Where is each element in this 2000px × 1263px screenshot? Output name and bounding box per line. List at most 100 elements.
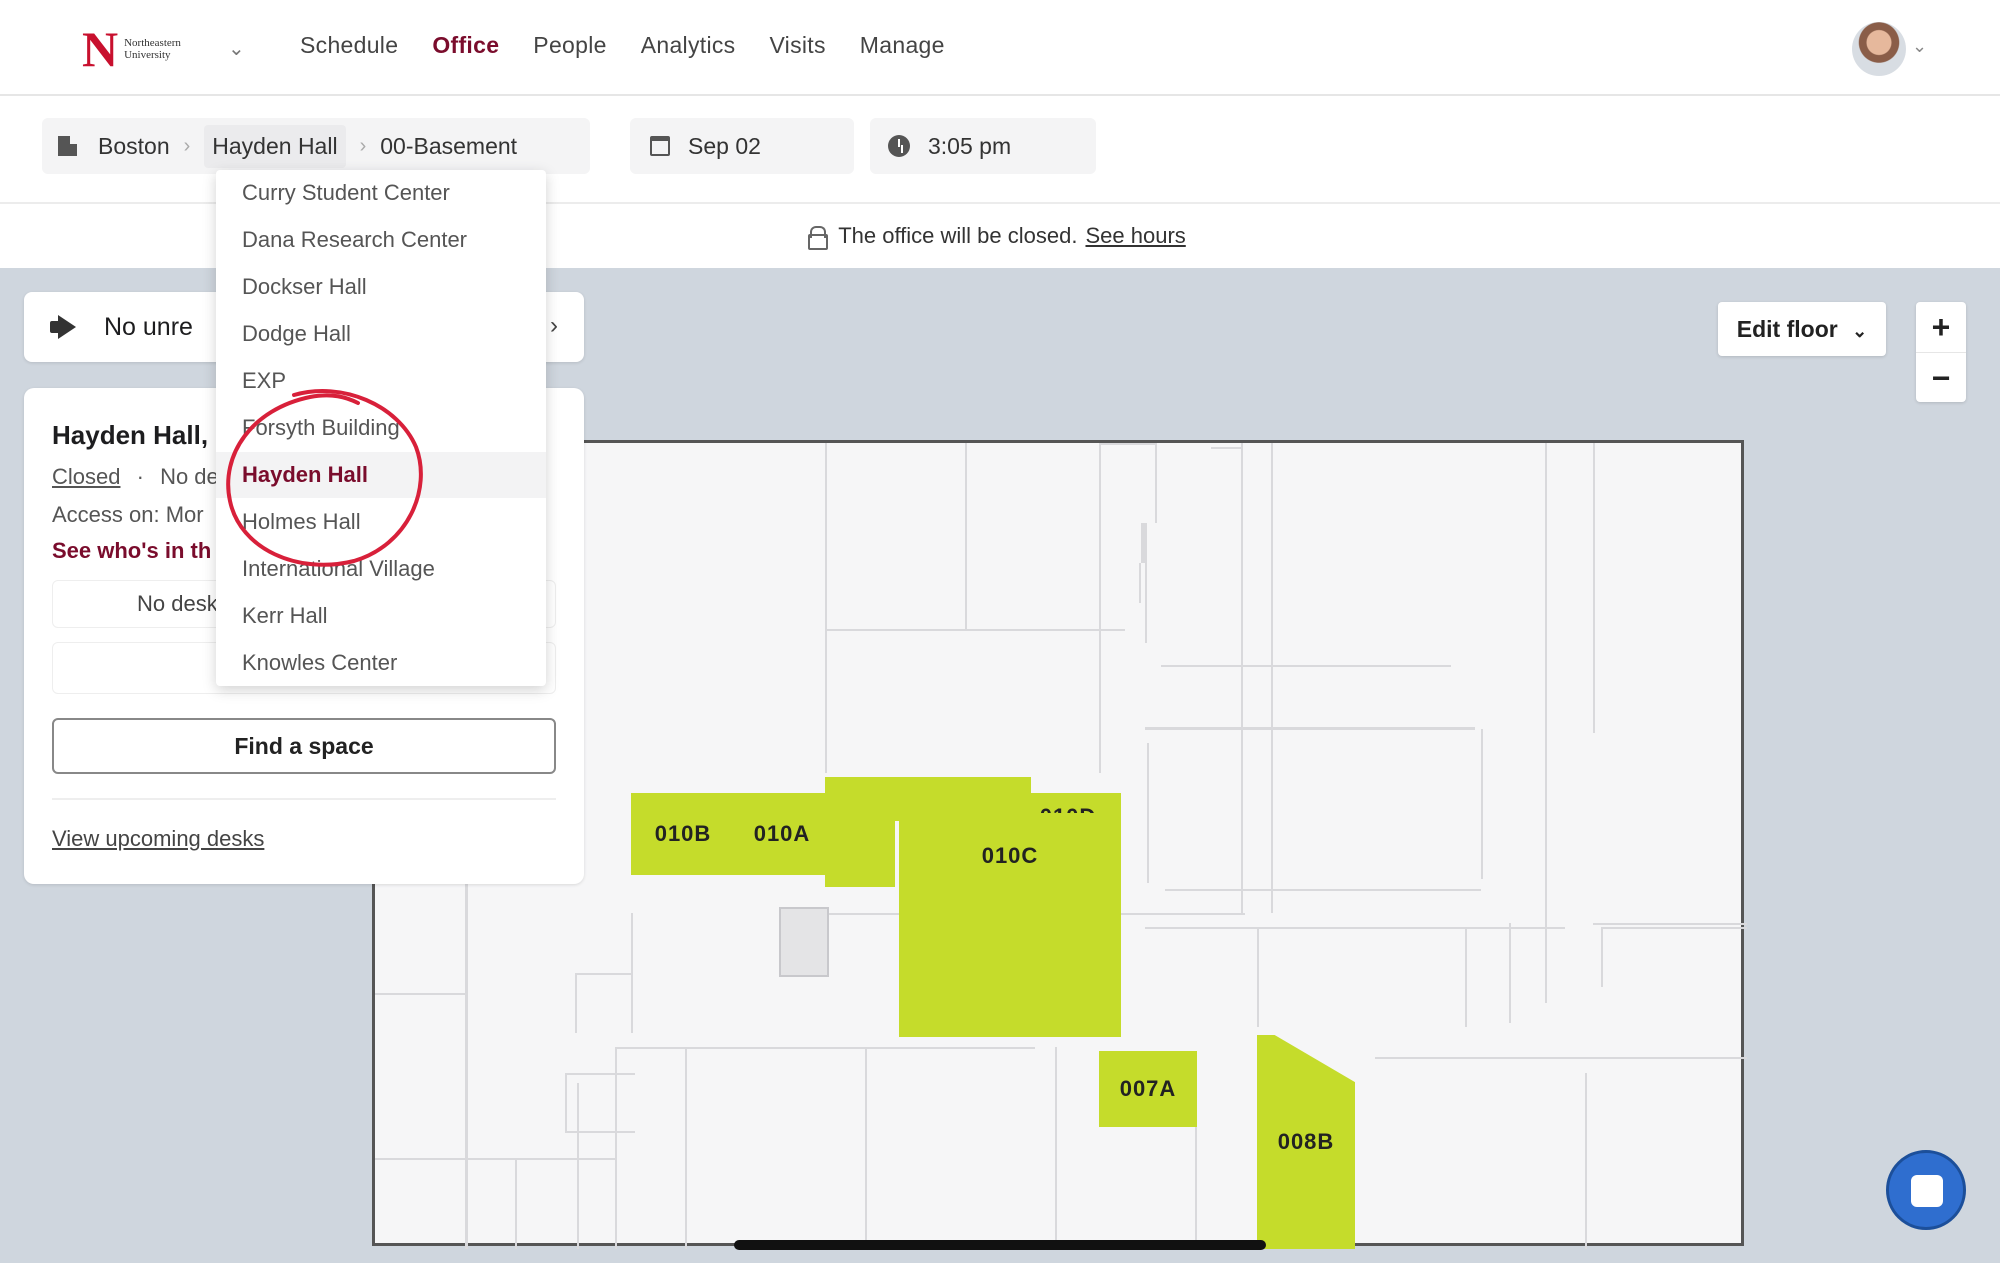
map-wall — [1145, 927, 1565, 929]
dropdown-item-curry-student-center[interactable]: Curry Student Center — [216, 170, 546, 216]
nav-manage[interactable]: Manage — [860, 32, 945, 59]
calendar-icon — [650, 136, 670, 156]
status-detail: No de — [160, 464, 219, 489]
map-wall — [865, 1047, 867, 1249]
room-010c[interactable]: 010C — [899, 813, 1121, 1037]
dropdown-item-exp[interactable]: EXP — [216, 358, 546, 404]
map-wall — [1593, 923, 1747, 925]
room-007a[interactable]: 007A — [1099, 1051, 1197, 1127]
map-wall — [685, 1047, 687, 1249]
breadcrumb-city[interactable]: Boston — [98, 133, 170, 160]
status-separator: · — [136, 464, 144, 489]
logo-letter: N — [82, 21, 119, 77]
logo-text: Northeastern University — [124, 37, 181, 61]
find-space-button[interactable]: Find a space — [52, 718, 556, 774]
chevron-right-icon: › — [183, 134, 191, 157]
map-wall — [515, 1158, 517, 1249]
dropdown-item-hayden-hall[interactable]: Hayden Hall — [216, 452, 546, 498]
main-nav: Schedule Office People Analytics Visits … — [300, 32, 945, 59]
nav-office[interactable]: Office — [432, 32, 499, 59]
nav-analytics[interactable]: Analytics — [641, 32, 736, 59]
nav-people[interactable]: People — [533, 32, 606, 59]
time-value: 3:05 pm — [928, 132, 1012, 159]
map-wall — [615, 1047, 1035, 1049]
see-hours-link[interactable]: See hours — [1085, 223, 1185, 249]
room-008b[interactable]: 008B — [1257, 1035, 1355, 1249]
chevron-right-icon[interactable]: › — [550, 312, 558, 340]
map-wall — [575, 973, 577, 1033]
edit-floor-label: Edit floor — [1736, 315, 1838, 342]
zoom-controls: + − — [1916, 302, 1966, 402]
dropdown-item-kerr-hall[interactable]: Kerr Hall — [216, 593, 546, 639]
breadcrumb-floor[interactable]: 00-Basement — [380, 133, 517, 160]
chat-icon — [1911, 1175, 1943, 1207]
closed-link[interactable]: Closed — [52, 464, 120, 489]
date-picker[interactable]: Sep 02 — [630, 118, 854, 174]
chevron-right-icon: › — [359, 134, 367, 157]
view-upcoming-desks-link[interactable]: View upcoming desks — [52, 826, 264, 852]
time-picker[interactable]: 3:05 pm — [870, 118, 1096, 174]
map-wall — [1257, 927, 1259, 1027]
dropdown-item-dodge-hall[interactable]: Dodge Hall — [216, 311, 546, 357]
map-wall — [1099, 443, 1157, 445]
map-wall — [575, 973, 631, 975]
date-value: Sep 02 — [688, 132, 761, 159]
megaphone-icon — [50, 315, 84, 339]
university-logo[interactable]: N Northeastern University — [82, 24, 206, 74]
map-wall — [1055, 1047, 1057, 1249]
map-wall — [1601, 927, 1747, 929]
zoom-in-button[interactable]: + — [1916, 302, 1966, 352]
chevron-down-icon[interactable]: ⌄ — [1912, 36, 1927, 57]
avatar[interactable] — [1852, 22, 1906, 76]
map-wall — [615, 1047, 617, 1249]
map-wall — [577, 1083, 579, 1249]
map-wall — [1155, 443, 1157, 523]
clock-icon — [888, 135, 910, 157]
dropdown-item-holmes-hall[interactable]: Holmes Hall — [216, 499, 546, 545]
dropdown-item-international-village[interactable]: International Village — [216, 546, 546, 592]
building-status: Closed · No de — [52, 464, 219, 490]
nav-visits[interactable]: Visits — [769, 32, 825, 59]
map-wall — [1465, 927, 1467, 1027]
map-wall — [375, 1158, 615, 1160]
map-wall — [1139, 563, 1141, 603]
edit-floor-button[interactable]: Edit floor ⌄ — [1718, 302, 1886, 356]
chat-button[interactable] — [1886, 1150, 1966, 1230]
nav-schedule[interactable]: Schedule — [300, 32, 398, 59]
map-wall — [825, 629, 1125, 631]
room-010b[interactable]: 010B — [631, 793, 735, 875]
see-whos-in-link[interactable]: See who's in th — [52, 538, 211, 564]
map-wall — [1161, 665, 1451, 667]
map-wall — [1375, 1057, 1747, 1059]
map-wall — [1509, 923, 1511, 1023]
map-wall — [1481, 729, 1483, 879]
map-wall — [565, 1073, 635, 1075]
building-dropdown[interactable]: Curry Student Center Dana Research Cente… — [216, 170, 546, 686]
dropdown-item-forsyth-building[interactable]: Forsyth Building — [216, 405, 546, 451]
announcements-text: No unre — [104, 312, 193, 341]
map-wall — [1141, 523, 1147, 563]
dropdown-item-dana-research-center[interactable]: Dana Research Center — [216, 217, 546, 263]
map-wall — [631, 913, 633, 1033]
map-wall — [1165, 889, 1481, 891]
top-nav: N Northeastern University ⌄ Schedule Off… — [0, 0, 2000, 96]
map-wall — [1545, 443, 1547, 1003]
chevron-down-icon: ⌄ — [1852, 320, 1868, 341]
map-wall — [1593, 443, 1595, 733]
map-wall — [565, 1073, 567, 1133]
breadcrumb: Boston › Hayden Hall › 00-Basement — [42, 118, 590, 174]
chevron-down-icon[interactable]: ⌄ — [228, 36, 245, 61]
zoom-out-button[interactable]: − — [1916, 352, 1966, 402]
map-wall — [1271, 443, 1273, 913]
map-wall — [1145, 727, 1475, 730]
room-010a-ext[interactable] — [825, 777, 895, 887]
map-wall — [565, 1131, 635, 1133]
breadcrumb-building[interactable]: Hayden Hall — [204, 124, 346, 168]
access-info: Access on: Mor — [52, 502, 204, 527]
dropdown-item-knowles-center[interactable]: Knowles Center — [216, 640, 546, 686]
map-wall — [965, 443, 967, 629]
map-wall — [1147, 743, 1149, 883]
map-wall — [825, 443, 827, 773]
room-010a[interactable]: 010A — [735, 793, 829, 875]
dropdown-item-dockser-hall[interactable]: Dockser Hall — [216, 264, 546, 310]
